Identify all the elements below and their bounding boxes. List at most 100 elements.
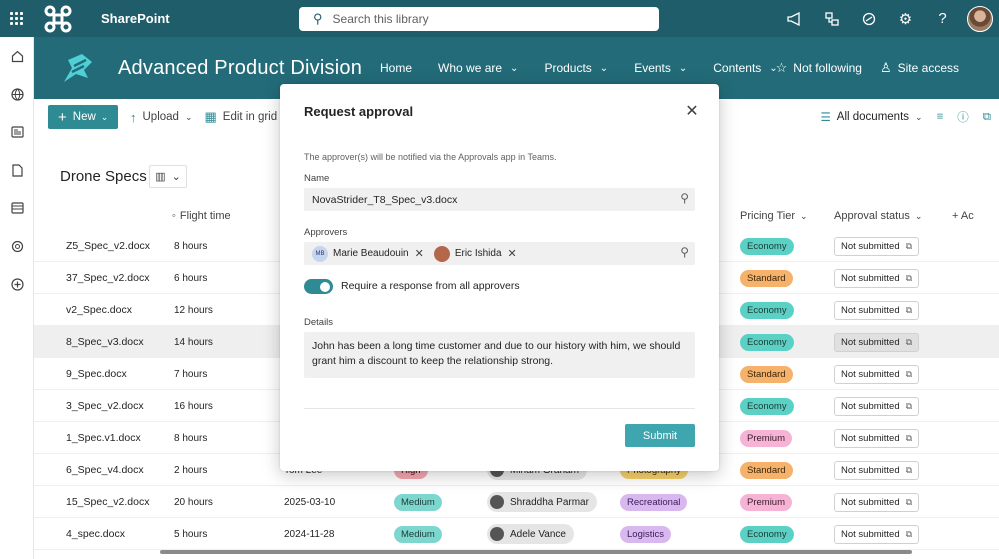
column-header-approval-status[interactable]: Approval status ⌄ — [834, 203, 922, 229]
upload-arrow-icon: ↑ — [130, 109, 137, 125]
file-name[interactable]: 3_Spec_v2.docx — [66, 390, 144, 422]
sharepoint-logo-icon[interactable] — [43, 4, 73, 34]
approval-status-button[interactable]: Not submitted ⧉ — [834, 396, 920, 416]
approval-status-button[interactable]: Not submitted ⧉ — [834, 268, 920, 288]
sync-icon[interactable] — [0, 227, 34, 265]
edit-grid-label: Edit in grid v — [222, 111, 287, 123]
avatar: MB — [312, 245, 328, 262]
upload-button[interactable]: ↑ Upload ⌄ — [130, 110, 193, 125]
info-icon[interactable]: ⓘ — [957, 109, 969, 125]
approval-status-button[interactable]: Not submitted ⧉ — [834, 524, 920, 544]
status-label: Not submitted — [841, 400, 900, 412]
column-header-pricing-tier[interactable]: Pricing Tier ⌄ — [740, 203, 808, 229]
status-label: Not submitted — [841, 304, 900, 316]
flight-time: 20 hours — [174, 496, 213, 508]
add-column-button[interactable]: + Ac — [952, 203, 974, 229]
pricing-tier-badge: Standard — [740, 461, 793, 479]
file-name[interactable]: 4_spec.docx — [66, 518, 125, 550]
person-chip[interactable]: Shraddha Parmar — [487, 492, 597, 512]
horizontal-scrollbar[interactable] — [160, 550, 912, 554]
library-view-switcher[interactable]: ▥ ⌄ — [149, 165, 187, 188]
app-name[interactable]: SharePoint — [101, 11, 170, 26]
approval-status-button[interactable]: Not submitted ⧉ — [834, 428, 920, 448]
table-row[interactable]: 4_spec.docx 5 hours 2024-11-28 Medium Adele … — [34, 518, 999, 550]
avatar — [490, 527, 504, 541]
approval-status-button[interactable]: Not submitted ⧉ — [834, 300, 920, 320]
teams-connect-icon[interactable] — [813, 0, 850, 37]
require-all-toggle[interactable] — [304, 279, 333, 294]
news-icon[interactable] — [0, 113, 34, 151]
copilot-icon[interactable] — [850, 0, 887, 37]
app-launcher-icon[interactable] — [0, 0, 33, 37]
new-button[interactable]: + New ⌄ — [48, 105, 118, 129]
close-icon[interactable]: ✕ — [683, 102, 701, 120]
expand-icon[interactable]: ⧉ — [983, 111, 991, 124]
file-name[interactable]: 6_Spec_v4.docx — [66, 454, 144, 486]
status-label: Not submitted — [841, 240, 900, 252]
approval-status-button[interactable]: Not submitted ⧉ — [834, 364, 920, 384]
site-title[interactable]: Advanced Product Division — [118, 57, 362, 80]
person-chip[interactable]: Adele Vance — [487, 524, 574, 544]
view-selector[interactable]: ☰ All documents ⌄ — [820, 110, 922, 124]
name-field[interactable]: NovaStrider_T8_Spec_v3.docx ⚲ — [304, 188, 695, 211]
edit-in-grid-button[interactable]: ▦ Edit in grid v — [205, 109, 287, 125]
nav-products-label: Products — [544, 61, 592, 75]
help-icon[interactable]: ? — [924, 0, 961, 37]
file-name[interactable]: 8_Spec_v3.docx — [66, 326, 144, 358]
site-access-button[interactable]: ♙ Site access — [880, 60, 959, 76]
open-external-icon: ⧉ — [905, 240, 913, 251]
star-icon: ☆ — [775, 60, 788, 75]
priority-badge: Medium — [394, 525, 442, 543]
approval-status-button[interactable]: Not submitted ⧉ — [834, 492, 920, 512]
file-name[interactable]: 9_Spec.docx — [66, 358, 127, 390]
add-column-label: + Ac — [952, 210, 974, 222]
chevron-down-icon: ⌄ — [100, 111, 109, 122]
open-external-icon: ⧉ — [905, 496, 913, 507]
approval-status-button[interactable]: Not submitted ⧉ — [834, 460, 920, 480]
remove-icon[interactable]: ✕ — [508, 247, 517, 260]
filter-icon[interactable]: ≡ — [937, 111, 944, 123]
search-icon[interactable]: ⚲ — [680, 191, 689, 205]
nav-products[interactable]: Products ⌄ — [544, 61, 608, 75]
file-name[interactable]: Z5_Spec_v2.docx — [66, 230, 150, 262]
remove-icon[interactable]: ✕ — [415, 247, 424, 260]
approver-name: Marie Beaudouin — [333, 248, 409, 259]
flight-time: 12 hours — [174, 304, 213, 316]
nav-who-we-are[interactable]: Who we are ⌄ — [438, 61, 518, 75]
search-box[interactable]: ⚲ Search this library — [299, 7, 659, 31]
approvers-field[interactable]: MB Marie Beaudouin ✕ Eric Ishida ✕ ⚲ — [304, 242, 695, 265]
home-icon[interactable] — [0, 37, 34, 75]
file-name[interactable]: 1_Spec.v1.docx — [66, 422, 141, 454]
settings-gear-icon[interactable]: ⚙ — [887, 0, 924, 37]
open-external-icon: ⧉ — [905, 464, 913, 475]
table-row[interactable]: 15_Spec_v2.docx 20 hours 2025-03-10 Medium S… — [34, 486, 999, 518]
status-label: Not submitted — [841, 432, 900, 444]
document-icon[interactable] — [0, 151, 34, 189]
flight-time: 8 hours — [174, 240, 208, 252]
file-name[interactable]: v2_Spec.docx — [66, 294, 132, 326]
add-circle-icon[interactable] — [0, 265, 34, 303]
site-logo-icon[interactable] — [56, 46, 100, 90]
toggle-knob — [320, 281, 330, 292]
file-name[interactable]: 15_Spec_v2.docx — [66, 486, 149, 518]
user-avatar[interactable] — [967, 5, 993, 32]
avatar — [490, 495, 504, 509]
approval-status-button[interactable]: Not submitted ⧉ — [834, 332, 920, 352]
nav-home[interactable]: Home — [380, 61, 412, 75]
column-header-flight-time[interactable]: ◦ Flight time — [172, 203, 231, 229]
search-icon[interactable]: ⚲ — [680, 245, 689, 259]
megaphone-icon[interactable] — [776, 0, 813, 37]
pricing-tier-badge: Premium — [740, 429, 793, 447]
details-textarea[interactable]: John has been a long time customer and d… — [304, 332, 695, 378]
flight-time: 6 hours — [174, 272, 208, 284]
follow-button[interactable]: ☆ Not following — [776, 60, 862, 76]
submit-button[interactable]: Submit — [625, 424, 695, 447]
plus-icon: + — [58, 108, 67, 126]
file-name[interactable]: 37_Spec_v2.docx — [66, 262, 149, 294]
approval-status-button[interactable]: Not submitted ⧉ — [834, 236, 920, 256]
nav-home-label: Home — [380, 61, 413, 75]
list-icon[interactable] — [0, 189, 34, 227]
globe-icon[interactable] — [0, 75, 34, 113]
nav-events[interactable]: Events ⌄ — [634, 61, 687, 75]
column-label: Flight time — [179, 210, 231, 222]
